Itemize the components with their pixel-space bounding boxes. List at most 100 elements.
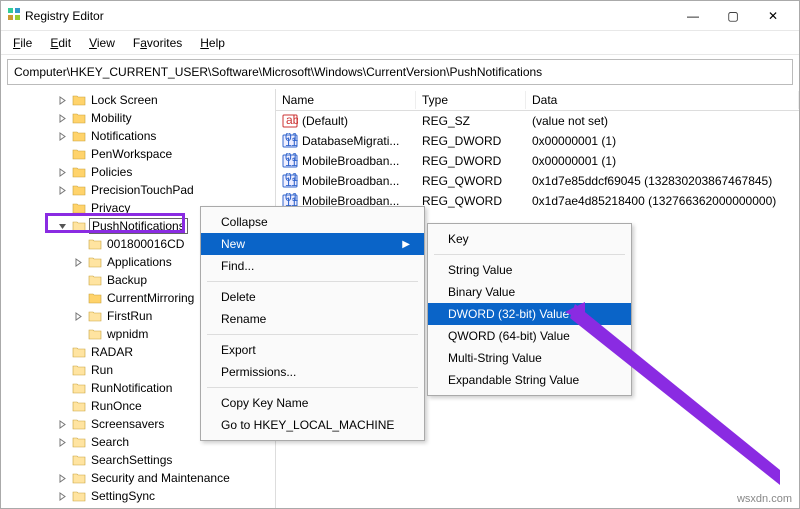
tree-item-label: RunOnce: [89, 399, 144, 413]
folder-icon: [71, 219, 87, 233]
chevron-right-icon[interactable]: [55, 492, 69, 501]
chevron-right-icon[interactable]: [55, 186, 69, 195]
address-bar[interactable]: Computer\HKEY_CURRENT_USER\Software\Micr…: [7, 59, 793, 85]
tree-item-label: Privacy: [89, 201, 132, 215]
new-dword-value[interactable]: DWORD (32-bit) Value: [428, 303, 631, 325]
value-data: 0x00000001 (1): [526, 153, 799, 169]
folder-icon: [71, 147, 87, 161]
svg-text:110: 110: [285, 175, 298, 189]
binary-value-icon: 011110: [282, 153, 298, 169]
folder-icon: [71, 489, 87, 503]
menu-favorites[interactable]: Favorites: [127, 34, 188, 52]
folder-icon: [87, 273, 103, 287]
tree-item[interactable]: SettingSync: [7, 487, 275, 505]
tree-item-label: RADAR: [89, 345, 135, 359]
chevron-right-icon[interactable]: [55, 132, 69, 141]
binary-value-icon: 011110: [282, 133, 298, 149]
tree-item-label: FirstRun: [105, 309, 154, 323]
menu-edit[interactable]: Edit: [44, 34, 77, 52]
new-binary-value[interactable]: Binary Value: [428, 281, 631, 303]
tree-item-label: CurrentMirroring: [105, 291, 196, 305]
tree-item[interactable]: Security and Maintenance: [7, 469, 275, 487]
value-type: REG_QWORD: [416, 193, 526, 209]
folder-icon: [71, 381, 87, 395]
app-icon: [7, 7, 21, 24]
new-qword-value[interactable]: QWORD (64-bit) Value: [428, 325, 631, 347]
chevron-right-icon: ▶: [402, 239, 410, 250]
close-button[interactable]: ✕: [753, 2, 793, 30]
ctx-new[interactable]: New▶: [201, 233, 424, 255]
new-multistring-value[interactable]: Multi-String Value: [428, 347, 631, 369]
new-key[interactable]: Key: [428, 228, 631, 250]
tree-item-label: PushNotifications: [89, 218, 188, 234]
folder-icon: [71, 453, 87, 467]
menu-view[interactable]: View: [83, 34, 121, 52]
tree-item-label: Policies: [89, 165, 134, 179]
list-header: Name Type Data: [276, 89, 799, 111]
context-submenu-new: Key String Value Binary Value DWORD (32-…: [427, 223, 632, 396]
ctx-permissions[interactable]: Permissions...: [201, 361, 424, 383]
context-menu: Collapse New▶ Find... Delete Rename Expo…: [200, 206, 425, 441]
tree-item-label: wpnidm: [105, 327, 150, 341]
value-name: DatabaseMigrati...: [302, 134, 399, 148]
menu-help[interactable]: Help: [194, 34, 231, 52]
tree-item[interactable]: Lock Screen: [7, 91, 275, 109]
tree-item[interactable]: Mobility: [7, 109, 275, 127]
chevron-right-icon[interactable]: [55, 438, 69, 447]
ctx-rename[interactable]: Rename: [201, 308, 424, 330]
col-name[interactable]: Name: [276, 91, 416, 109]
tree-item-label: Mobility: [89, 111, 134, 125]
value-type: REG_DWORD: [416, 133, 526, 149]
chevron-right-icon[interactable]: [71, 258, 85, 267]
svg-text:110: 110: [285, 155, 298, 169]
chevron-right-icon[interactable]: [55, 96, 69, 105]
tree-item-label: SettingSync: [89, 489, 157, 503]
tree-item-label: Lock Screen: [89, 93, 160, 107]
col-type[interactable]: Type: [416, 91, 526, 109]
string-value-icon: ab: [282, 113, 298, 129]
registry-value-row[interactable]: 011110MobileBroadban...REG_DWORD0x000000…: [276, 151, 799, 171]
value-type: REG_QWORD: [416, 173, 526, 189]
new-expandable-string-value[interactable]: Expandable String Value: [428, 369, 631, 391]
folder-icon: [71, 399, 87, 413]
tree-item[interactable]: Notifications: [7, 127, 275, 145]
new-string-value[interactable]: String Value: [428, 259, 631, 281]
minimize-button[interactable]: ―: [673, 2, 713, 30]
value-data: (value not set): [526, 113, 799, 129]
tree-item-label: Screensavers: [89, 417, 166, 431]
tree-item[interactable]: SearchSettings: [7, 451, 275, 469]
chevron-right-icon[interactable]: [55, 420, 69, 429]
chevron-right-icon[interactable]: [55, 114, 69, 123]
folder-icon: [71, 129, 87, 143]
folder-icon: [71, 111, 87, 125]
chevron-right-icon[interactable]: [71, 312, 85, 321]
tree-item-label: SearchSettings: [89, 453, 174, 467]
ctx-delete[interactable]: Delete: [201, 286, 424, 308]
ctx-export[interactable]: Export: [201, 339, 424, 361]
folder-icon: [71, 507, 87, 508]
tree-item[interactable]: Shell Extensions: [7, 505, 275, 508]
svg-text:110: 110: [285, 135, 298, 149]
tree-item[interactable]: PrecisionTouchPad: [7, 181, 275, 199]
value-name: MobileBroadban...: [302, 154, 399, 168]
chevron-right-icon[interactable]: [55, 474, 69, 483]
registry-value-row[interactable]: 011110MobileBroadban...REG_QWORD0x1d7e85…: [276, 171, 799, 191]
ctx-goto-hklm[interactable]: Go to HKEY_LOCAL_MACHINE: [201, 414, 424, 436]
folder-icon: [71, 165, 87, 179]
tree-item[interactable]: Policies: [7, 163, 275, 181]
chevron-right-icon[interactable]: [55, 168, 69, 177]
ctx-collapse[interactable]: Collapse: [201, 211, 424, 233]
ctx-find[interactable]: Find...: [201, 255, 424, 277]
value-name: (Default): [302, 114, 348, 128]
col-data[interactable]: Data: [526, 91, 799, 109]
menu-file[interactable]: File: [7, 34, 38, 52]
ctx-copy-key-name[interactable]: Copy Key Name: [201, 392, 424, 414]
chevron-down-icon[interactable]: [55, 222, 69, 231]
tree-item-label: Run: [89, 363, 115, 377]
registry-value-row[interactable]: 011110DatabaseMigrati...REG_DWORD0x00000…: [276, 131, 799, 151]
folder-icon: [87, 255, 103, 269]
folder-icon: [87, 327, 103, 341]
registry-value-row[interactable]: ab(Default)REG_SZ(value not set): [276, 111, 799, 131]
maximize-button[interactable]: ▢: [713, 2, 753, 30]
tree-item[interactable]: PenWorkspace: [7, 145, 275, 163]
